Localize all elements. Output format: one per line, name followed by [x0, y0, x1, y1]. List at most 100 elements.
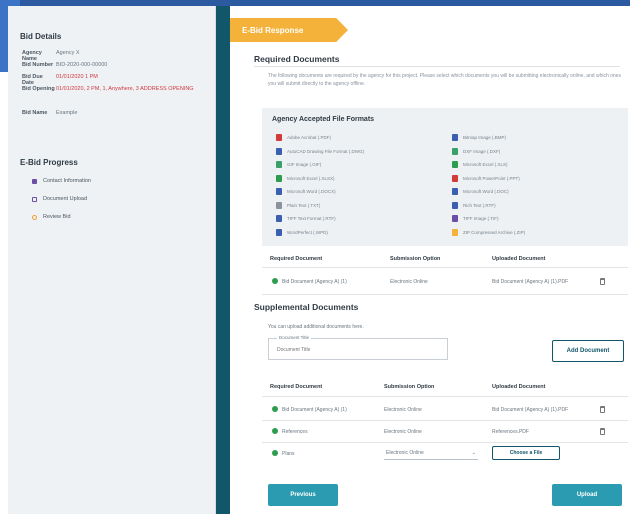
- progress-title: E-Bid Progress: [20, 158, 78, 167]
- file-type-icon: [452, 174, 458, 182]
- file-format-label: TIFF Text Format (.RTF): [287, 216, 336, 221]
- file-type-icon: [276, 161, 282, 168]
- document-title-label: Document Title: [277, 335, 312, 340]
- accepted-formats-panel: Agency Accepted File Formats Adobe Acrob…: [262, 108, 628, 246]
- status-dot: [272, 278, 278, 284]
- table-divider: [262, 396, 628, 397]
- file-type-icon: [452, 188, 458, 195]
- file-format-item: Microsoft Word (.DOCX): [276, 188, 336, 195]
- file-format-label: DXF Image (.DXF): [463, 148, 501, 154]
- add-document-button[interactable]: Add Document: [552, 340, 624, 362]
- supp-row-uploaded: Bid Document (Agency A) (1).PDF: [492, 407, 569, 413]
- bid-detail-key: Bid Due Date: [22, 74, 43, 86]
- upload-button[interactable]: Upload: [552, 484, 622, 506]
- file-format-label: Rich Text (.RTF): [463, 202, 496, 208]
- req-col-uploaded: Uploaded Document: [492, 256, 546, 262]
- previous-button[interactable]: Previous: [268, 484, 338, 506]
- req-col-option: Submission Option: [390, 256, 441, 262]
- step-status-icon: [32, 196, 37, 202]
- status-dot: [272, 406, 278, 412]
- file-format-item: DXF Image (.DXF): [452, 147, 501, 155]
- step-status-icon: [32, 178, 37, 184]
- trash-icon[interactable]: [600, 406, 605, 413]
- status-dot: [272, 428, 278, 434]
- trash-icon[interactable]: [600, 428, 605, 435]
- file-format-item: TIFF Image (.TIF): [452, 215, 499, 222]
- file-type-icon: [276, 174, 282, 182]
- progress-step-label: Review Bid: [43, 214, 71, 220]
- status-dot: [272, 450, 278, 456]
- supp-row-uploaded: References.PDF: [492, 429, 529, 435]
- file-format-item: TIFF Text Format (.RTF): [276, 215, 336, 222]
- file-format-item: Microsoft PowerPoint (.PPT): [452, 174, 520, 182]
- bid-detail-row: Bid Due Date 01/01/2020 1 PM: [22, 74, 212, 86]
- file-format-item: Microsoft Excel (.XLSX): [276, 174, 335, 182]
- bid-detail-key: Bid Opening: [22, 86, 55, 92]
- required-description: The following documents are required by …: [268, 73, 621, 87]
- supp-row-option: Electronic Online: [384, 407, 422, 413]
- supp-row-doc: References: [282, 429, 308, 435]
- file-format-item: Rich Text (.RTF): [452, 201, 496, 209]
- file-type-icon: [276, 134, 282, 141]
- page-banner: E-Bid Response: [230, 18, 348, 42]
- file-type-icon: [276, 147, 282, 155]
- table-divider: [262, 420, 628, 421]
- chevron-down-icon: ⌄: [471, 449, 476, 456]
- file-type-icon: [276, 188, 282, 195]
- supp-col-option: Submission Option: [384, 384, 435, 390]
- bid-detail-key: Agency Name: [22, 50, 42, 62]
- submission-option-value: Electronic Online: [386, 449, 424, 456]
- bid-detail-row: Bid Name Example: [22, 110, 212, 117]
- file-type-icon: [452, 161, 458, 168]
- file-type-icon: [452, 201, 458, 209]
- file-format-label: Microsoft Word (.DOCX): [287, 189, 336, 194]
- file-format-label: Microsoft PowerPoint (.PPT): [463, 175, 520, 181]
- document-title-field[interactable]: Document Title: [268, 335, 448, 360]
- progress-step[interactable]: Document Upload: [32, 196, 87, 202]
- table-divider: [262, 267, 628, 268]
- progress-step[interactable]: Contact Information: [32, 178, 91, 184]
- trash-icon[interactable]: [600, 278, 605, 285]
- req-col-doc: Required Document: [270, 256, 323, 262]
- file-type-icon: [276, 228, 282, 236]
- bid-detail-key: Bid Number: [22, 62, 54, 68]
- sidebar: Bid Details Agency Name Agency X Bid Numbe…: [8, 6, 216, 514]
- file-format-item: Plain Text (.TXT): [276, 201, 320, 209]
- file-format-label: GIF Image (.GIF): [287, 162, 322, 167]
- file-format-item: Microsoft Excel (.XLS): [452, 161, 508, 168]
- bid-details-title: Bid Details: [20, 32, 62, 41]
- bid-detail-value: Example: [56, 110, 78, 116]
- req-row-option: Electronic Online: [390, 279, 428, 285]
- req-row-doc: Bid Document (Agency A) (1): [282, 279, 347, 285]
- file-type-icon: [452, 215, 458, 222]
- file-format-item: Adobe Acrobat (.PDF): [276, 134, 331, 141]
- file-type-icon: [452, 134, 458, 141]
- file-type-icon: [452, 228, 458, 236]
- table-divider: [262, 442, 628, 443]
- document-title-input[interactable]: [277, 347, 437, 353]
- section-divider: [254, 66, 620, 67]
- bid-detail-value: 01/01/2020, 2 PM, 1, Anywhere, 3 ADDRESS…: [56, 86, 194, 92]
- file-format-item: Microsoft Word (.DOC): [452, 188, 509, 195]
- progress-step-label: Contact Information: [43, 178, 91, 184]
- file-format-item: WordPerfect (.WPD): [276, 228, 328, 236]
- bid-detail-row: Bid Opening 01/01/2020, 2 PM, 1, Anywhere…: [22, 86, 212, 93]
- progress-step[interactable]: Review Bid: [32, 214, 71, 220]
- file-format-label: WordPerfect (.WPD): [287, 229, 328, 235]
- file-type-icon: [452, 147, 458, 155]
- file-format-item: AutoCAD Drawing File Format (.DWG): [276, 147, 365, 155]
- submission-option-select[interactable]: Electronic Online ⌄: [384, 446, 478, 460]
- file-format-label: AutoCAD Drawing File Format (.DWG): [287, 148, 365, 154]
- main-panel: E-Bid Response Required Documents The fo…: [230, 6, 630, 514]
- accepted-formats-title: Agency Accepted File Formats: [272, 116, 375, 123]
- progress-step-label: Document Upload: [43, 196, 88, 202]
- required-documents-title: Required Documents: [254, 54, 340, 64]
- file-type-icon: [276, 215, 282, 222]
- bid-detail-value: 01/01/2020 1 PM: [56, 74, 98, 80]
- choose-file-button[interactable]: Choose a File: [492, 446, 560, 460]
- file-format-label: TIFF Image (.TIF): [463, 216, 499, 221]
- sidebar-divider: [216, 6, 230, 514]
- step-status-icon: [32, 214, 37, 220]
- supplemental-description: You can upload additional documents here…: [268, 324, 364, 330]
- file-format-item: GIF Image (.GIF): [276, 161, 321, 168]
